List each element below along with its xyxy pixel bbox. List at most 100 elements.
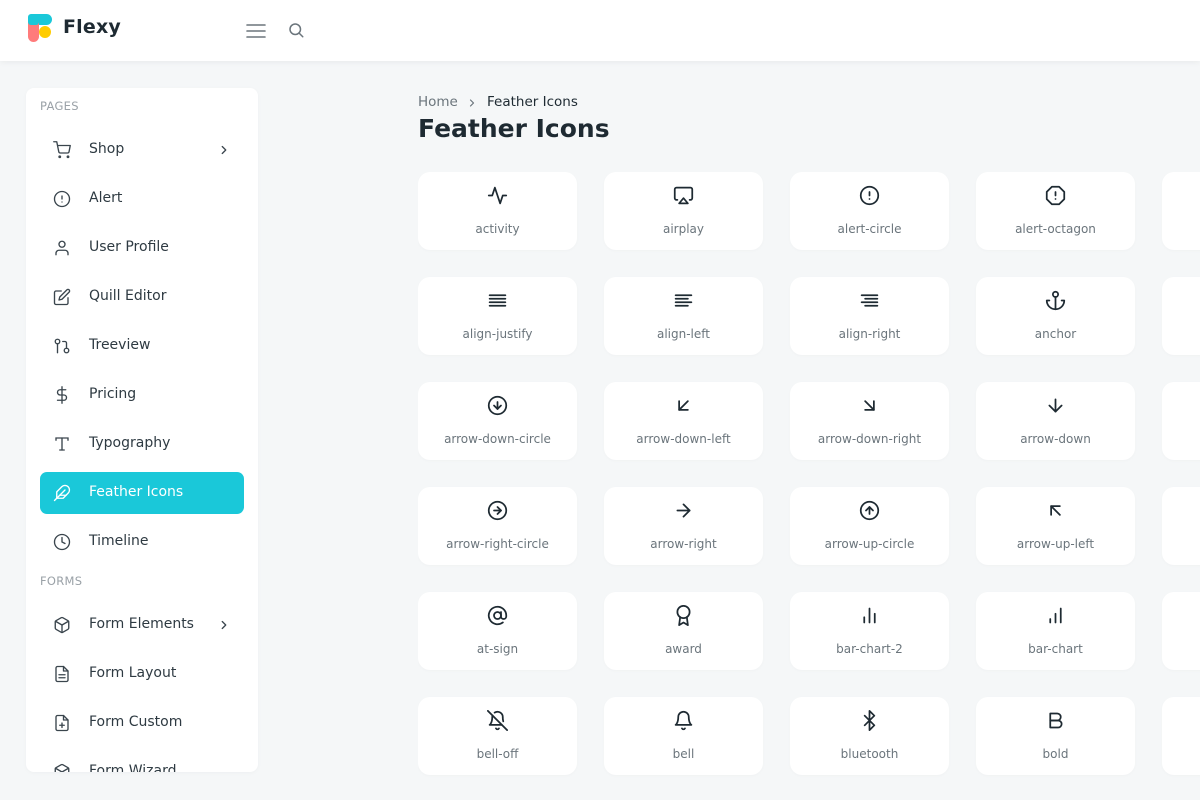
icon-card-arrow-down-right[interactable]: arrow-down-right	[790, 382, 949, 460]
breadcrumb-home-link[interactable]: Home	[418, 94, 458, 110]
flexy-logo-icon[interactable]	[28, 14, 52, 42]
icon-card-anchor[interactable]: anchor	[976, 277, 1135, 355]
sidebar-item-pricing[interactable]: Pricing	[40, 374, 244, 416]
brand-name: Flexy	[63, 16, 122, 38]
arrow-right-icon	[676, 503, 691, 518]
sidebar-section-forms: FORMS	[40, 574, 83, 588]
clock-icon	[53, 533, 71, 551]
icon-card-arrow-down[interactable]: arrow-down	[976, 382, 1135, 460]
type-icon	[55, 437, 69, 451]
feather-icon	[53, 484, 71, 502]
icon-card-bar-chart-2[interactable]: bar-chart-2	[790, 592, 949, 670]
sidebar-item-timeline[interactable]: Timeline	[40, 521, 244, 563]
icon-card-partial[interactable]	[1162, 592, 1200, 670]
icon-card-partial[interactable]	[1162, 382, 1200, 460]
align-left-icon	[674, 294, 693, 307]
menu-icon[interactable]	[246, 22, 266, 40]
icon-card-bar-chart[interactable]: bar-chart	[976, 592, 1135, 670]
icon-card-arrow-right[interactable]: arrow-right	[604, 487, 763, 565]
sidebar-item-alert[interactable]: Alert	[40, 178, 244, 220]
icon-card-activity[interactable]: activity	[418, 172, 577, 250]
icon-card-label: arrow-down-circle	[444, 432, 551, 446]
icon-card-label: bar-chart	[1028, 642, 1083, 656]
chevron-right-icon	[221, 620, 227, 630]
icon-card-arrow-up-circle[interactable]: arrow-up-circle	[790, 487, 949, 565]
arrow-up-circle-icon	[859, 500, 880, 521]
sidebar-item-shop[interactable]: Shop	[40, 129, 244, 171]
alert-octagon-icon	[1045, 185, 1066, 206]
icon-card-bell-off[interactable]: bell-off	[418, 697, 577, 775]
icon-card-award[interactable]: award	[604, 592, 763, 670]
shopping-cart-icon	[53, 141, 71, 159]
icon-card-airplay[interactable]: airplay	[604, 172, 763, 250]
arrow-up-left-icon	[1050, 505, 1061, 516]
bar-chart-2-icon	[863, 607, 876, 624]
sidebar-item-form-layout[interactable]: Form Layout	[40, 653, 244, 695]
sidebar-item-label: Form Layout	[89, 665, 177, 681]
icon-card-align-right[interactable]: align-right	[790, 277, 949, 355]
page-title: Feather Icons	[418, 114, 610, 143]
icon-card-label: at-sign	[476, 642, 519, 656]
bell-off-icon	[487, 710, 508, 731]
icon-card-label: alert-octagon	[1015, 222, 1096, 236]
icon-card-label: bold	[1042, 747, 1069, 761]
icon-card-arrow-down-circle[interactable]: arrow-down-circle	[418, 382, 577, 460]
bar-chart-icon	[1049, 607, 1062, 624]
icon-card-bluetooth[interactable]: bluetooth	[790, 697, 949, 775]
box-icon	[54, 616, 70, 634]
icon-card-bold[interactable]: bold	[976, 697, 1135, 775]
sidebar-item-form-wizard[interactable]: Form Wizard	[40, 751, 244, 772]
icon-card-align-left[interactable]: align-left	[604, 277, 763, 355]
search-icon[interactable]	[287, 21, 305, 39]
icon-card-at-sign[interactable]: at-sign	[418, 592, 577, 670]
sidebar-item-feather-icons[interactable]: Feather Icons	[40, 472, 244, 514]
sidebar-item-label: Quill Editor	[89, 288, 167, 304]
icon-card-arrow-down-left[interactable]: arrow-down-left	[604, 382, 763, 460]
icon-card-arrow-up-left[interactable]: arrow-up-left	[976, 487, 1135, 565]
icon-card-label: bell-off	[476, 747, 519, 761]
icon-card-align-justify[interactable]: align-justify	[418, 277, 577, 355]
icon-card-label: bar-chart-2	[836, 642, 903, 656]
anchor-icon	[1045, 290, 1066, 311]
alert-circle-icon	[53, 190, 71, 208]
icon-card-partial[interactable]	[1162, 172, 1200, 250]
sidebar-item-label: Pricing	[89, 386, 137, 402]
align-justify-icon	[488, 294, 507, 307]
sidebar-item-treeview[interactable]: Treeview	[40, 325, 244, 367]
icon-card-arrow-right-circle[interactable]: arrow-right-circle	[418, 487, 577, 565]
sidebar-item-form-elements[interactable]: Form Elements	[40, 604, 244, 646]
arrow-down-icon	[1048, 398, 1063, 413]
icon-card-partial[interactable]	[1162, 697, 1200, 775]
icon-card-label: activity	[475, 222, 520, 236]
icon-card-partial[interactable]	[1162, 487, 1200, 565]
icon-card-alert-circle[interactable]: alert-circle	[790, 172, 949, 250]
bluetooth-icon	[863, 710, 876, 731]
sidebar-item-user-profile[interactable]: User Profile	[40, 227, 244, 269]
sidebar-item-typography[interactable]: Typography	[40, 423, 244, 465]
chevron-right-icon	[221, 145, 227, 155]
sidebar-item-quill-editor[interactable]: Quill Editor	[40, 276, 244, 318]
arrow-down-right-icon	[864, 400, 875, 411]
icon-card-label: airplay	[662, 222, 705, 236]
icon-card-bell[interactable]: bell	[604, 697, 763, 775]
icon-card-label: alert-circle	[837, 222, 902, 236]
sidebar-item-form-custom[interactable]: Form Custom	[40, 702, 244, 744]
activity-icon	[487, 186, 508, 205]
sidebar-item-label: Alert	[89, 190, 123, 206]
award-icon	[676, 605, 691, 626]
sidebar-item-label: Form Custom	[89, 714, 183, 730]
sidebar: PAGES Shop Alert User Profile Quill Edit…	[26, 88, 258, 772]
icon-card-label: align-right	[838, 327, 901, 341]
sidebar-item-label: Timeline	[89, 533, 149, 549]
icon-card-label: award	[665, 642, 702, 656]
file-plus-icon	[55, 714, 69, 732]
sidebar-item-label: Typography	[89, 435, 171, 451]
icon-card-alert-octagon[interactable]: alert-octagon	[976, 172, 1135, 250]
icon-card-label: arrow-up-left	[1016, 537, 1095, 551]
user-icon	[55, 240, 69, 256]
sidebar-item-label: Form Wizard	[89, 763, 177, 772]
package-icon	[54, 763, 70, 772]
sidebar-section-pages: PAGES	[40, 99, 79, 113]
icon-card-label: arrow-up-circle	[824, 537, 915, 551]
icon-card-partial[interactable]	[1162, 277, 1200, 355]
